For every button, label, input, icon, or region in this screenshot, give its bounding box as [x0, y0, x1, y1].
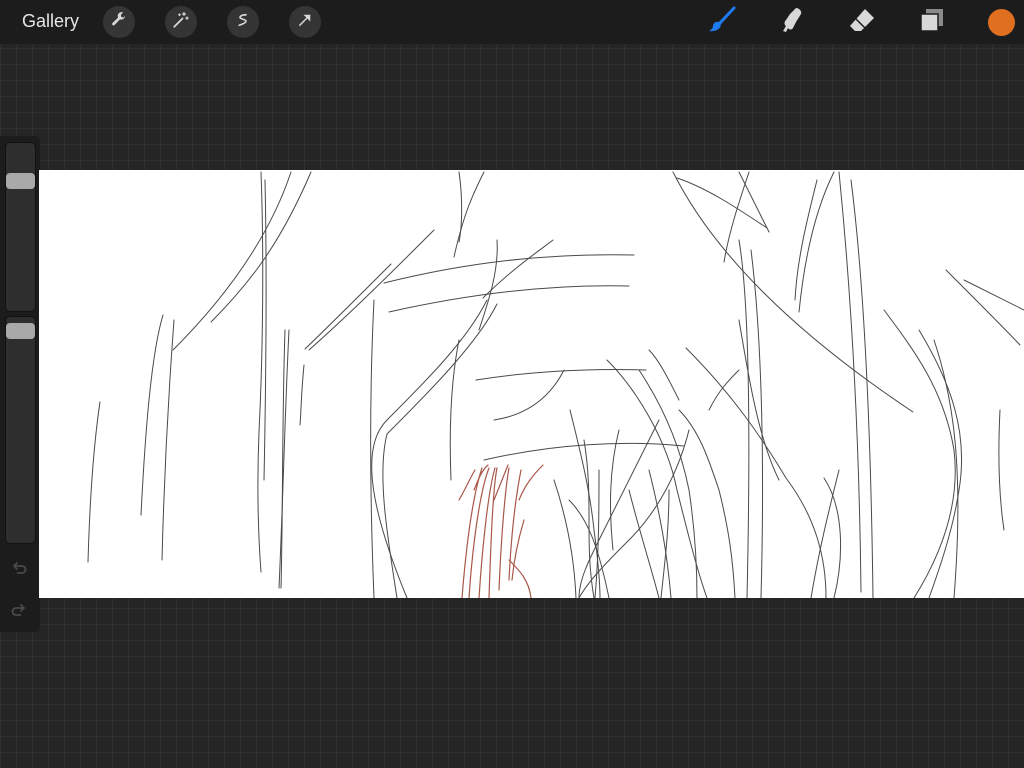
- layers-button[interactable]: [916, 6, 948, 38]
- brush-icon: [707, 5, 737, 40]
- redo-button[interactable]: [8, 602, 30, 624]
- undo-button[interactable]: [8, 560, 30, 582]
- drawing-canvas[interactable]: [39, 170, 1024, 598]
- smudge-tool-button[interactable]: [776, 6, 808, 38]
- smudge-icon: [777, 5, 807, 40]
- gallery-button[interactable]: Gallery: [22, 11, 79, 32]
- brush-size-slider[interactable]: [5, 142, 36, 312]
- actions-button[interactable]: [103, 6, 135, 38]
- eraser-icon: [847, 5, 877, 40]
- color-picker-button[interactable]: [988, 9, 1015, 36]
- brush-size-handle[interactable]: [6, 173, 35, 189]
- selection-icon: [234, 11, 252, 34]
- redo-icon: [10, 602, 28, 625]
- wrench-icon: [110, 11, 128, 34]
- eraser-tool-button[interactable]: [846, 6, 878, 38]
- transform-arrow-icon: [296, 11, 314, 34]
- adjustments-button[interactable]: [165, 6, 197, 38]
- brush-tool-button[interactable]: [706, 6, 738, 38]
- magic-wand-icon: [172, 11, 190, 34]
- top-toolbar: Gallery: [0, 0, 1024, 44]
- opacity-slider[interactable]: [5, 316, 36, 544]
- undo-icon: [10, 560, 28, 583]
- transform-button[interactable]: [289, 6, 321, 38]
- selection-button[interactable]: [227, 6, 259, 38]
- left-sidebar: [0, 136, 40, 632]
- sketch-artwork: [87, 171, 1024, 598]
- layers-icon: [917, 5, 947, 40]
- opacity-handle[interactable]: [6, 323, 35, 339]
